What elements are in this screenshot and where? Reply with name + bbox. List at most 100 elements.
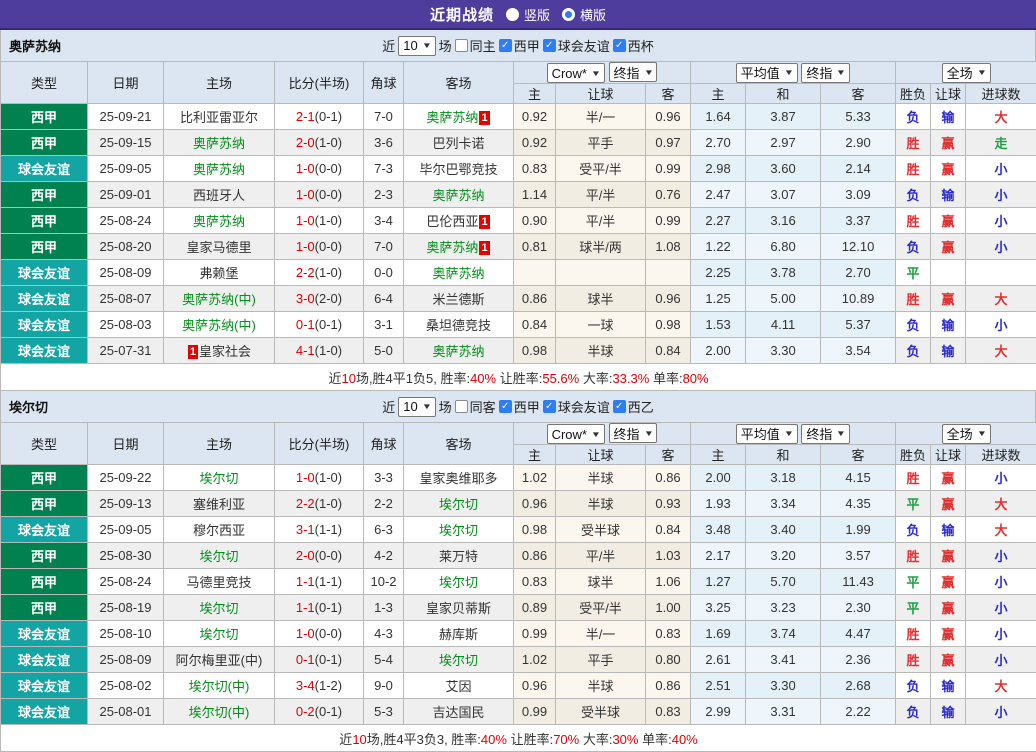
bookmaker-select[interactable]: Crow*▼ [547,424,605,444]
fulltime-score: 2-2 [296,265,315,280]
layout-horizontal-radio[interactable]: 横版 [562,5,606,24]
result-cell: 负 [896,234,931,260]
home-team-cell: 埃尔切 [164,595,275,621]
league-filter-friendly[interactable]: 球会友谊 [543,36,610,55]
checkbox-checked-icon[interactable] [543,39,556,52]
league-filter-friendly[interactable]: 球会友谊 [543,397,610,416]
away-team-name: 艾因 [445,679,471,694]
average-odds-cell: 3.07 [746,182,821,208]
result-cell: 输 [931,517,966,543]
corner-cell: 10-2 [364,569,404,595]
match-row: 西甲25-08-24奥萨苏纳1-0(1-0)3-4巴伦西亚10.90平/半0.9… [1,208,1036,234]
checkbox-checked-icon[interactable] [543,400,556,413]
league-badge: 西甲 [1,465,88,491]
match-row: 球会友谊25-08-09阿尔梅里亚(中)0-1(0-1)5-4埃尔切1.02平手… [1,647,1036,673]
score-cell: 3-0(2-0) [275,286,364,312]
red-card-icon: 1 [188,345,198,359]
result-cell: 输 [931,673,966,699]
scope-select[interactable]: 全场▼ [942,63,991,83]
match-row: 球会友谊25-08-07奥萨苏纳(中)3-0(2-0)6-4米兰德斯0.86球半… [1,286,1036,312]
recent-count-select[interactable]: 10 ▼ [398,36,435,56]
result-cell: 胜 [896,621,931,647]
league-badge: 球会友谊 [1,647,88,673]
handicap-odds-cell: 0.76 [646,182,691,208]
handicap-odds-cell: 0.84 [514,312,556,338]
league-badge: 西甲 [1,208,88,234]
handicap-odds-cell: 受平/半 [556,156,646,182]
league-badge: 西甲 [1,543,88,569]
match-row: 西甲25-08-24马德里竞技1-1(1-1)10-2埃尔切0.83球半1.06… [1,569,1036,595]
corner-cell: 3-1 [364,312,404,338]
radio-unselected-icon[interactable] [506,8,519,21]
average-odds-cell: 3.31 [746,699,821,725]
summary-segment: 40% [481,732,507,747]
handicap-odds-cell: 0.86 [514,543,556,569]
same-venue-checkbox[interactable]: 同主 [455,36,496,55]
checkbox-unchecked-icon[interactable] [455,400,468,413]
match-date: 25-09-13 [88,491,164,517]
checkbox-checked-icon[interactable] [499,39,512,52]
home-team-name: 马德里竞技 [186,575,251,590]
summary-segment: 场,胜4平3负3, 胜率: [367,732,481,747]
handicap-odds-cell: 半球 [556,465,646,491]
average-select[interactable]: 平均值▼ [736,424,798,444]
average-odds-cell: 5.33 [821,104,896,130]
league-filter-laliga[interactable]: 西甲 [499,36,540,55]
handicap-odds-cell: 0.89 [514,595,556,621]
checkbox-checked-icon[interactable] [613,39,626,52]
recent-count-select[interactable]: 10 ▼ [398,397,435,417]
league-filter-laliga[interactable]: 西甲 [499,397,540,416]
scope-select[interactable]: 全场▼ [942,424,991,444]
result-cell: 负 [896,182,931,208]
result-cell: 平 [896,491,931,517]
average-select[interactable]: 平均值▼ [736,63,798,83]
chevron-down-icon: ▼ [836,68,846,77]
away-team-name: 埃尔切 [439,523,478,538]
odds-stage-select[interactable]: 终指▼ [609,423,658,443]
radio-selected-icon[interactable] [562,8,575,21]
checkbox-unchecked-icon[interactable] [455,39,468,52]
summary-text: 近10场,胜4平3负3, 胜率:40% 让胜率:70% 大率:30% 单率:40… [1,725,1036,752]
col-wdl: 胜负 [896,84,931,104]
handicap-odds-cell: 半球 [556,491,646,517]
odds-stage-select[interactable]: 终指▼ [609,62,658,82]
checkbox-checked-icon[interactable] [613,400,626,413]
average-odds-cell: 3.37 [821,208,896,234]
home-team-cell: 埃尔切(中) [164,673,275,699]
away-team-name: 桑坦德竞技 [426,318,491,333]
checkbox-checked-icon[interactable] [499,400,512,413]
handicap-odds-cell: 0.97 [646,130,691,156]
away-team-name: 奥萨苏纳 [426,240,478,255]
corner-cell: 5-3 [364,699,404,725]
away-team-cell: 米兰德斯 [404,286,514,312]
corner-cell: 0-0 [364,260,404,286]
summary-segment: 大率: [579,371,612,386]
col-away: 客场 [404,423,514,465]
odds-stage-select[interactable]: 终指▼ [801,63,850,83]
average-odds-cell: 2.97 [746,130,821,156]
score-cell: 1-0(0-0) [275,621,364,647]
match-date: 25-08-20 [88,234,164,260]
bookmaker-select[interactable]: Crow*▼ [547,63,605,83]
home-team-name: 奥萨苏纳(中) [182,318,256,333]
col-avg-home: 主 [691,84,746,104]
match-date: 25-09-05 [88,156,164,182]
unit-label: 场 [439,397,452,416]
home-team-name: 皇家社会 [199,344,251,359]
red-card-icon: 1 [479,215,489,229]
league-filter-segunda[interactable]: 西乙 [613,397,654,416]
fulltime-score: 1-0 [296,213,315,228]
average-odds-cell: 2.70 [821,260,896,286]
layout-vertical-radio[interactable]: 竖版 [506,5,550,24]
col-avg-away: 客 [821,445,896,465]
same-venue-checkbox[interactable]: 同客 [455,397,496,416]
fulltime-score: 1-0 [296,239,315,254]
odds-stage-select[interactable]: 终指▼ [801,424,850,444]
result-cell: 小 [966,647,1036,673]
league-filter-cup[interactable]: 西杯 [613,36,654,55]
home-team-cell: 埃尔切 [164,465,275,491]
league-badge: 球会友谊 [1,338,88,364]
result-cell: 胜 [896,647,931,673]
chevron-down-icon: ▼ [591,430,601,439]
result-cell: 小 [966,208,1036,234]
